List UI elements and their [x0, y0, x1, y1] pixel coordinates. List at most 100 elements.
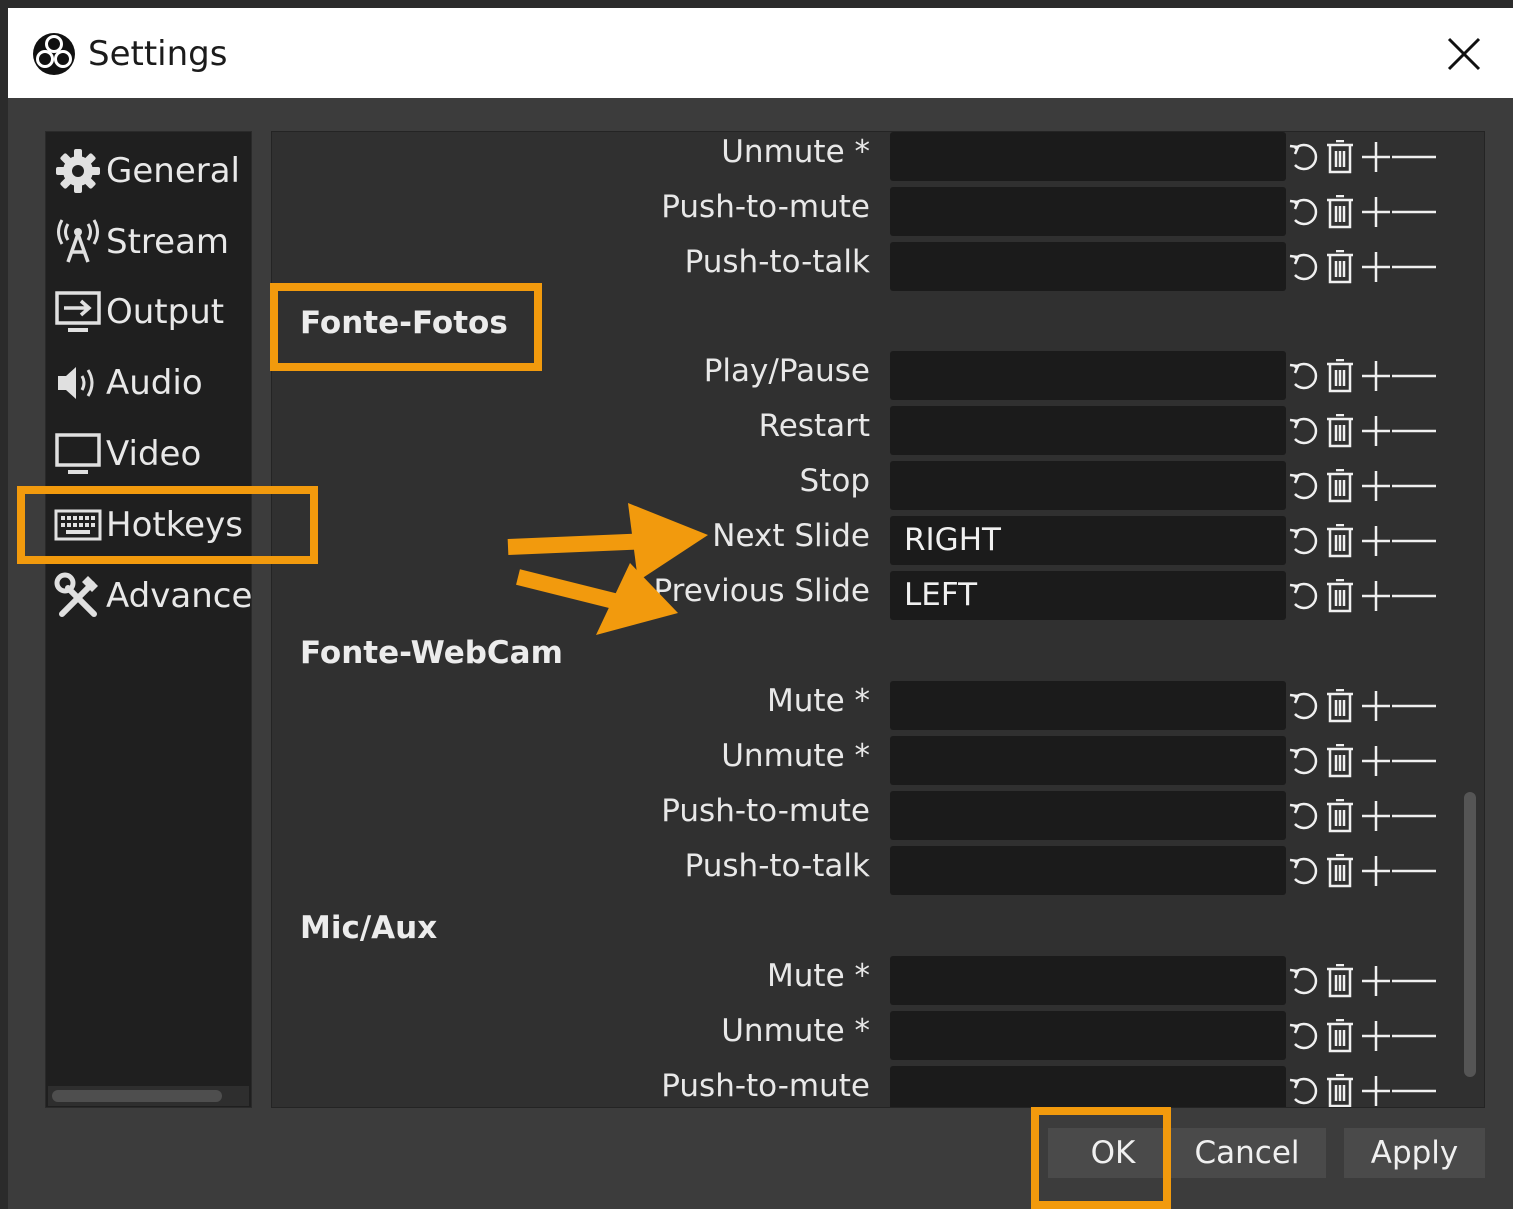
revert-icon[interactable]	[1286, 846, 1322, 895]
revert-icon[interactable]	[1286, 132, 1322, 181]
revert-icon[interactable]	[1286, 736, 1322, 785]
sidebar-item-stream[interactable]: Stream	[46, 209, 251, 275]
minus-icon[interactable]	[1392, 791, 1436, 840]
hotkey-actions	[1286, 791, 1436, 840]
hotkey-input[interactable]	[890, 1066, 1286, 1107]
trash-icon[interactable]	[1322, 956, 1358, 1005]
minus-icon[interactable]	[1392, 846, 1436, 895]
hotkey-actions	[1286, 516, 1436, 565]
plus-icon[interactable]	[1358, 132, 1394, 181]
sidebar-scrollbar-thumb[interactable]	[52, 1090, 222, 1102]
revert-icon[interactable]	[1286, 1066, 1322, 1107]
hotkey-input[interactable]	[890, 242, 1286, 291]
trash-icon[interactable]	[1322, 736, 1358, 785]
hotkey-input[interactable]	[890, 681, 1286, 730]
plus-icon[interactable]	[1358, 571, 1394, 620]
plus-icon[interactable]	[1358, 681, 1394, 730]
title-bar: Settings	[8, 8, 1513, 98]
plus-icon[interactable]	[1358, 242, 1394, 291]
revert-icon[interactable]	[1286, 516, 1322, 565]
close-button[interactable]	[1434, 26, 1494, 82]
revert-icon[interactable]	[1286, 791, 1322, 840]
minus-icon[interactable]	[1392, 1011, 1436, 1060]
trash-icon[interactable]	[1322, 846, 1358, 895]
minus-icon[interactable]	[1392, 132, 1436, 181]
plus-icon[interactable]	[1358, 406, 1394, 455]
plus-icon[interactable]	[1358, 791, 1394, 840]
revert-icon[interactable]	[1286, 187, 1322, 236]
minus-icon[interactable]	[1392, 681, 1436, 730]
plus-icon[interactable]	[1358, 846, 1394, 895]
minus-icon[interactable]	[1392, 736, 1436, 785]
trash-icon[interactable]	[1322, 571, 1358, 620]
hotkey-input[interactable]	[890, 187, 1286, 236]
hotkey-input[interactable]	[890, 1011, 1286, 1060]
trash-icon[interactable]	[1322, 1011, 1358, 1060]
trash-icon[interactable]	[1322, 132, 1358, 181]
hotkey-input[interactable]	[890, 956, 1286, 1005]
trash-icon[interactable]	[1322, 1066, 1358, 1107]
sidebar-item-advanced[interactable]: Advance	[46, 563, 251, 629]
minus-icon[interactable]	[1392, 1066, 1436, 1107]
plus-icon[interactable]	[1358, 956, 1394, 1005]
plus-icon[interactable]	[1358, 351, 1394, 400]
minus-icon[interactable]	[1392, 571, 1436, 620]
hotkey-input[interactable]	[890, 461, 1286, 510]
minus-icon[interactable]	[1392, 187, 1436, 236]
minus-icon[interactable]	[1392, 461, 1436, 510]
plus-icon[interactable]	[1358, 1011, 1394, 1060]
plus-icon[interactable]	[1358, 461, 1394, 510]
hotkey-actions	[1286, 956, 1436, 1005]
hotkey-input[interactable]	[890, 846, 1286, 895]
hotkey-input[interactable]: LEFT	[890, 571, 1286, 620]
plus-icon[interactable]	[1358, 187, 1394, 236]
trash-icon[interactable]	[1322, 791, 1358, 840]
sidebar-item-general[interactable]: General	[46, 138, 251, 204]
plus-icon[interactable]	[1358, 736, 1394, 785]
revert-icon[interactable]	[1286, 956, 1322, 1005]
hotkeys-scrollbar-thumb[interactable]	[1464, 792, 1476, 1077]
trash-icon[interactable]	[1322, 516, 1358, 565]
cancel-button[interactable]: Cancel	[1168, 1128, 1326, 1178]
minus-icon[interactable]	[1392, 351, 1436, 400]
trash-icon[interactable]	[1322, 187, 1358, 236]
hotkey-label: Mute *	[767, 683, 870, 719]
revert-icon[interactable]	[1286, 681, 1322, 730]
minus-icon[interactable]	[1392, 956, 1436, 1005]
hotkey-label: Push-to-mute	[661, 1068, 870, 1104]
hotkey-label: Play/Pause	[703, 353, 870, 389]
sidebar-item-video[interactable]: Video	[46, 421, 251, 487]
trash-icon[interactable]	[1322, 406, 1358, 455]
revert-icon[interactable]	[1286, 406, 1322, 455]
revert-icon[interactable]	[1286, 571, 1322, 620]
hotkey-input[interactable]	[890, 791, 1286, 840]
sidebar-item-label: Output	[106, 292, 225, 332]
trash-icon[interactable]	[1322, 681, 1358, 730]
hotkey-input[interactable]	[890, 351, 1286, 400]
close-icon	[1447, 37, 1481, 71]
revert-icon[interactable]	[1286, 242, 1322, 291]
trash-icon[interactable]	[1322, 461, 1358, 510]
highlight-box-fonte-fotos	[270, 283, 542, 371]
hotkey-input[interactable]	[890, 132, 1286, 181]
apply-button[interactable]: Apply	[1344, 1128, 1485, 1178]
minus-icon[interactable]	[1392, 242, 1436, 291]
hotkey-input[interactable]: RIGHT	[890, 516, 1286, 565]
sidebar-item-output[interactable]: Output	[46, 279, 251, 345]
trash-icon[interactable]	[1322, 242, 1358, 291]
plus-icon[interactable]	[1358, 516, 1394, 565]
hotkey-actions	[1286, 187, 1436, 236]
plus-icon[interactable]	[1358, 1066, 1394, 1107]
revert-icon[interactable]	[1286, 1011, 1322, 1060]
sidebar-scrollbar[interactable]	[48, 1086, 249, 1106]
sidebar-item-audio[interactable]: Audio	[46, 350, 251, 416]
revert-icon[interactable]	[1286, 461, 1322, 510]
hotkey-label: Mute *	[767, 958, 870, 994]
hotkey-input[interactable]	[890, 736, 1286, 785]
sidebar-item-label: Video	[106, 434, 202, 474]
hotkey-input[interactable]	[890, 406, 1286, 455]
minus-icon[interactable]	[1392, 516, 1436, 565]
minus-icon[interactable]	[1392, 406, 1436, 455]
revert-icon[interactable]	[1286, 351, 1322, 400]
trash-icon[interactable]	[1322, 351, 1358, 400]
